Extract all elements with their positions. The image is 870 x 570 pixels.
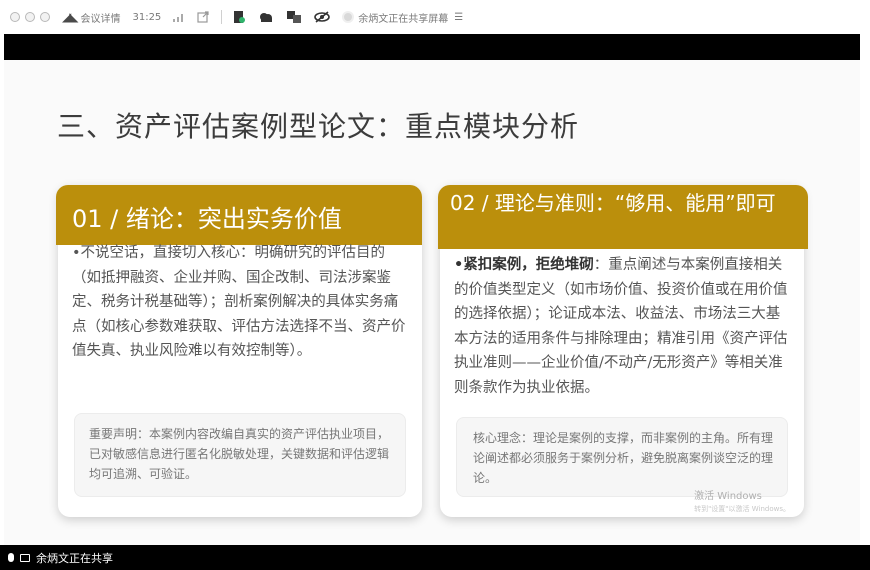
screen-frame-top (4, 34, 860, 60)
translate-icon[interactable] (286, 10, 302, 24)
zoom-window-button[interactable] (40, 12, 50, 22)
card-note: 核心理念：理论是案例的支撑，而非案例的主角。所有理论阐述都必须服务于案例分析，避… (456, 417, 788, 497)
meeting-timer: 31:25 (132, 11, 162, 23)
card-body: •紧扣案例，拒绝堆砌：重点阐述与本案例直接相关的价值类型定义（如市场价值、投资价… (454, 253, 794, 400)
cloud-icon[interactable] (258, 11, 274, 23)
activation-watermark: 激活 Windows 转到"设置"以激活 Windows。 (694, 491, 790, 515)
hide-view-icon[interactable] (314, 11, 331, 23)
meeting-info-label: 会议详情 (80, 13, 121, 25)
module-card-intro: 01 / 绪论：突出实务价值 •不说空话，直接切入核心：明确研究的评估目的（如抵… (56, 185, 422, 517)
shared-slide: 三、资产评估案例型论文：重点模块分析 01 / 绪论：突出实务价值 •不说空话，… (4, 60, 860, 545)
sharing-label: 余炳文正在共享 (36, 551, 113, 565)
window-controls (10, 12, 50, 22)
meeting-info-button[interactable]: ◢◣ 会议详情 (62, 10, 120, 25)
screen-share-status[interactable]: 余炳文正在共享屏幕 ☰ (342, 10, 463, 25)
document-icon[interactable] (232, 10, 246, 24)
screen-share-label: 余炳文正在共享屏幕 (358, 13, 449, 25)
signal-strength-icon[interactable] (173, 12, 185, 22)
microphone-icon[interactable] (8, 553, 14, 562)
watermark-subtitle: 转到"设置"以激活 Windows。 (694, 505, 790, 513)
sharing-status-bar: 余炳文正在共享 (0, 545, 870, 570)
share-record-icon (342, 11, 355, 23)
card-body: •不说空话，直接切入核心：明确研究的评估目的（如抵押融资、企业并购、国企改制、司… (72, 245, 406, 359)
card-body-text: ：重点阐述与本案例直接相关的价值类型定义（如市场价值、投资价值或在用价值的选择依… (454, 257, 788, 396)
module-card-theory: 02 / 理论与准则：“够用、能用”即可 •紧扣案例，拒绝堆砌：重点阐述与本案例… (438, 185, 808, 517)
menu-lines-icon: ☰ (454, 11, 464, 23)
meeting-toolbar: ◢◣ 会议详情 31:25 余炳文正在共享屏幕 ☰ (0, 0, 870, 34)
minimize-window-button[interactable] (25, 12, 35, 22)
card-header: 02 / 理论与准则：“够用、能用”即可 (438, 185, 808, 249)
watermark-title: 激活 Windows (694, 491, 762, 502)
card-body-emphasis: •紧扣案例，拒绝堆砌 (454, 257, 594, 273)
external-window-icon[interactable] (197, 11, 209, 23)
meeting-logo-icon: ◢◣ (62, 10, 79, 24)
card-header: 01 / 绪论：突出实务价值 (56, 185, 422, 245)
card-note: 重要声明：本案例内容改编自真实的资产评估执业项目，已对敏感信息进行匿名化脱敏处理… (74, 413, 406, 497)
slide-title: 三、资产评估案例型论文：重点模块分析 (57, 110, 580, 143)
screen-share-icon[interactable] (20, 553, 30, 562)
close-window-button[interactable] (10, 12, 20, 22)
